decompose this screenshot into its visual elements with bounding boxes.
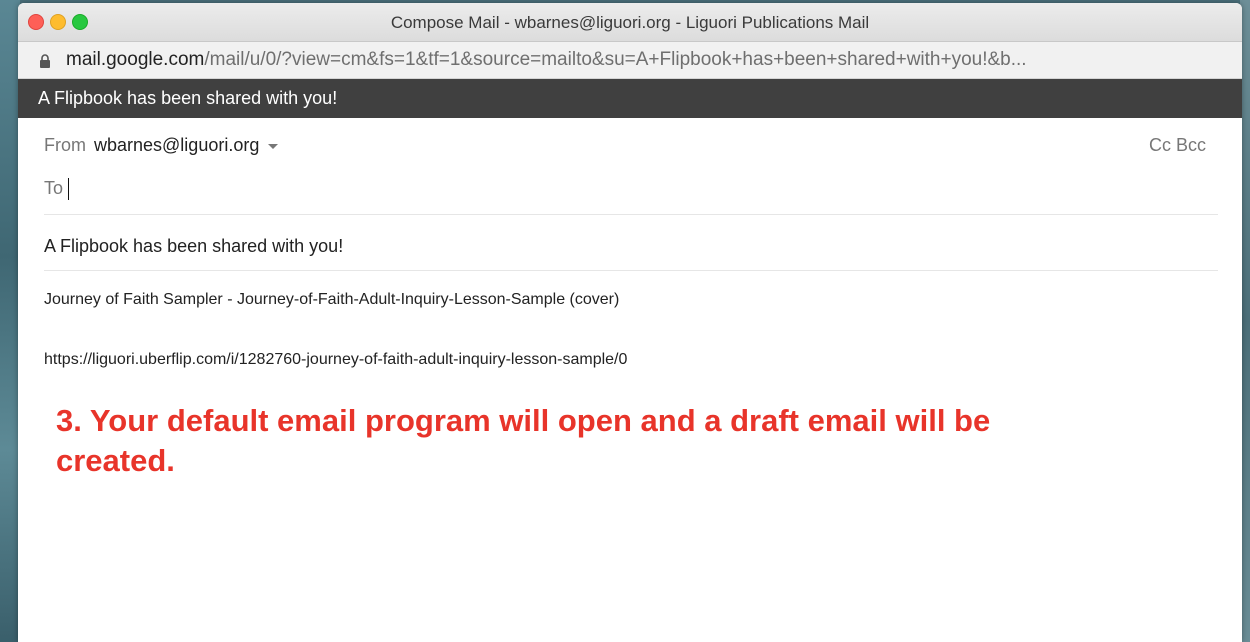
body-line: Journey of Faith Sampler - Journey-of-Fa… <box>44 291 620 308</box>
from-selector[interactable]: wbarnes@liguori.org <box>94 135 259 155</box>
url-path: /mail/u/0/?view=cm&fs=1&tf=1&source=mail… <box>204 49 1027 70</box>
to-field[interactable]: To <box>44 166 1218 215</box>
desktop-background-left <box>0 0 20 642</box>
from-label: From <box>44 135 86 155</box>
subject-field[interactable]: A Flipbook has been shared with you! <box>44 215 1218 271</box>
browser-window: Compose Mail - wbarnes@liguori.org - Lig… <box>18 3 1242 642</box>
url-domain: mail.google.com <box>66 49 205 70</box>
text-cursor <box>68 178 70 201</box>
instruction-annotation: 3. Your default email program will open … <box>56 403 991 478</box>
compose-form: From wbarnes@liguori.org Cc Bcc To A Flip… <box>18 118 1242 481</box>
lock-icon <box>40 54 50 68</box>
from-row: From wbarnes@liguori.org Cc Bcc <box>44 118 1218 166</box>
message-body[interactable]: Journey of Faith Sampler - Journey-of-Fa… <box>44 271 1218 481</box>
address-bar[interactable]: mail.google.com/mail/u/0/?view=cm&fs=1&t… <box>18 42 1242 79</box>
cc-bcc-link[interactable]: Cc Bcc <box>1149 118 1206 172</box>
url-text[interactable]: mail.google.com/mail/u/0/?view=cm&fs=1&t… <box>66 49 1230 71</box>
chevron-down-icon[interactable] <box>268 143 279 149</box>
body-link[interactable]: https://liguori.uberflip.com/i/1282760-j… <box>44 351 1218 391</box>
compose-header-title: A Flipbook has been shared with you! <box>18 79 1242 118</box>
window-title: Compose Mail - wbarnes@liguori.org - Lig… <box>390 13 870 32</box>
window-titlebar: Compose Mail - wbarnes@liguori.org - Lig… <box>18 3 1242 42</box>
to-label: To <box>44 178 64 198</box>
